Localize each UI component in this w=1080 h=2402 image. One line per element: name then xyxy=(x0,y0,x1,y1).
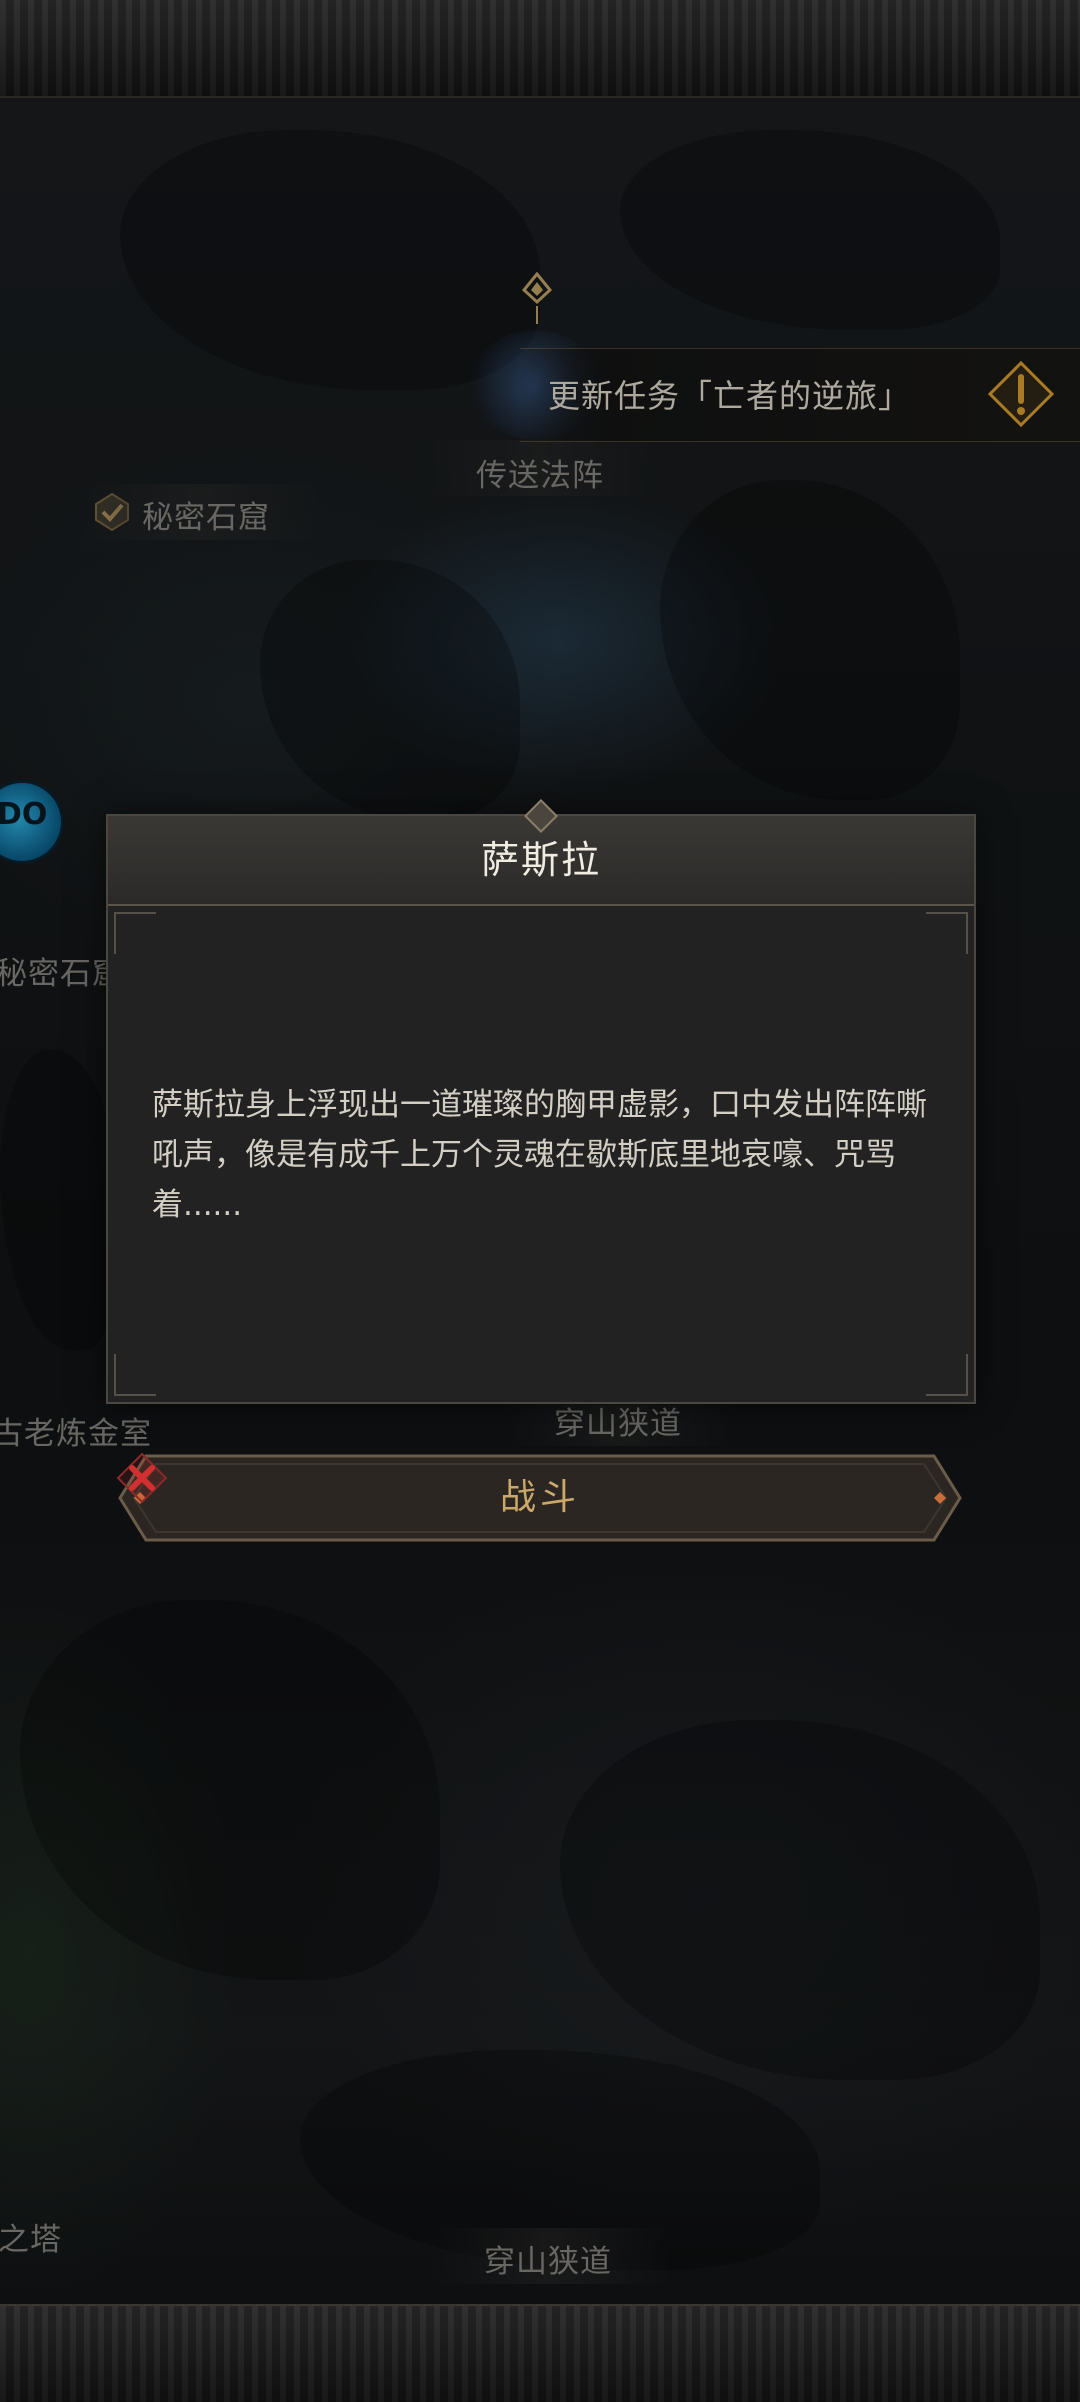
top-frame xyxy=(0,0,1080,98)
dialog-body-text: 萨斯拉身上浮现出一道璀璨的胸甲虚影，口中发出阵阵嘶吼声，像是有成千上万个灵魂在歇… xyxy=(152,1087,927,1223)
fight-button[interactable]: 战斗 xyxy=(116,1452,964,1544)
fight-button-label: 战斗 xyxy=(499,1477,580,1518)
corner-ornament xyxy=(114,912,156,954)
corner-ornament xyxy=(926,912,968,954)
bottom-frame xyxy=(0,2304,1080,2402)
event-dialog: 萨斯拉 萨斯拉身上浮现出一道璀璨的胸甲虚影，口中发出阵阵嘶吼声，像是有成千上万个… xyxy=(106,799,976,1404)
corner-ornament xyxy=(114,1354,156,1396)
corner-ornament xyxy=(926,1354,968,1396)
dialog-title: 萨斯拉 xyxy=(480,838,601,882)
dialog-header: 萨斯拉 xyxy=(108,799,974,906)
